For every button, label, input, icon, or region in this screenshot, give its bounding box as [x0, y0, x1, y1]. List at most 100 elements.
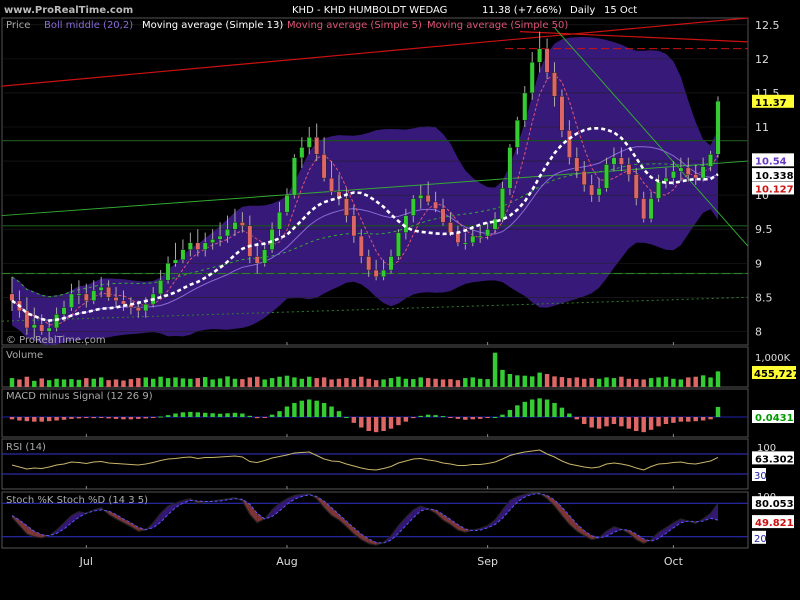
candle	[31, 324, 37, 329]
macd-bar	[344, 417, 349, 418]
volume-bar	[113, 379, 119, 387]
macd-bar	[240, 413, 245, 417]
x-tick-label: Oct	[664, 555, 684, 568]
volume-bar	[195, 378, 201, 387]
macd-bar	[269, 414, 275, 417]
candle	[121, 300, 126, 305]
macd-bar	[715, 406, 721, 417]
macd-bar	[648, 417, 654, 430]
volume-panel: 1,000K 455,727	[9, 352, 800, 387]
candle	[373, 269, 379, 278]
rsi-line	[11, 449, 719, 471]
macd-panel: 0.0431	[2, 398, 794, 433]
candle	[269, 228, 275, 250]
stoch-fill-segment	[606, 526, 614, 537]
volume-bar	[425, 378, 431, 387]
volume-bar	[492, 352, 498, 387]
candle	[232, 222, 238, 230]
macd-bar	[32, 417, 37, 422]
volume-bar	[247, 377, 253, 387]
macd-bar	[463, 417, 468, 420]
volume-bar	[217, 378, 223, 387]
volume-bar	[470, 377, 475, 387]
volume-value-label: 455,727	[754, 369, 800, 380]
price-value-label: 10.338	[755, 171, 794, 182]
macd-bar	[69, 417, 74, 419]
candle	[69, 293, 74, 308]
macd-bar	[470, 417, 475, 420]
candle	[225, 228, 230, 237]
volume-bar	[693, 376, 698, 387]
candle	[366, 256, 372, 271]
volume-bar	[522, 375, 528, 387]
macd-bar	[396, 417, 401, 426]
volume-bar	[188, 378, 193, 387]
candle	[514, 119, 520, 148]
volume-bar	[567, 378, 572, 387]
stoch-title: Stoch %K Stoch %D (14 3 5)	[6, 495, 148, 506]
watermark: www.ProRealTime.com	[4, 5, 133, 16]
macd-bar	[708, 417, 713, 420]
macd-bar	[165, 415, 171, 417]
volume-bar	[529, 376, 535, 387]
volume-bar	[411, 379, 416, 387]
macd-bar	[150, 417, 156, 418]
candle	[306, 137, 312, 148]
volume-bar	[76, 379, 82, 387]
macd-bar	[574, 417, 580, 420]
macd-bar	[158, 416, 163, 418]
volume-bar	[359, 376, 364, 387]
macd-bar	[255, 417, 260, 419]
candle	[173, 259, 178, 264]
candle	[54, 314, 60, 329]
volume-bar	[448, 379, 453, 387]
candle	[381, 269, 387, 278]
rsi-value-label: 63.302	[755, 454, 794, 465]
candle	[566, 130, 572, 158]
volume-bar	[165, 378, 171, 387]
volume-bar	[715, 371, 721, 387]
volume-bar	[396, 376, 401, 387]
candle	[589, 184, 595, 196]
candle	[291, 157, 297, 196]
candle	[247, 225, 253, 257]
volume-bar	[611, 378, 617, 387]
macd-bar	[277, 411, 282, 417]
candle	[477, 235, 483, 238]
macd-bar	[173, 413, 178, 417]
macd-bar	[626, 417, 632, 429]
candle	[641, 198, 647, 220]
macd-bar	[663, 417, 669, 424]
candle	[537, 48, 543, 63]
volume-bar	[158, 376, 163, 387]
volume-bar	[91, 378, 96, 387]
volume-bar	[150, 378, 156, 387]
macd-bar	[671, 417, 676, 423]
volume-bar	[641, 379, 646, 387]
candle	[113, 297, 119, 301]
volume-bar	[634, 379, 639, 387]
x-tick-label: Sep	[477, 555, 498, 568]
candle	[254, 256, 260, 264]
volume-bar	[619, 376, 624, 387]
legend-ma13: Moving average (Simple 13)	[142, 20, 283, 31]
stoch-fill-segment	[160, 506, 169, 523]
volume-bar	[136, 378, 141, 387]
volume-bar	[381, 379, 386, 387]
macd-bar	[61, 417, 67, 420]
volume-bar	[69, 379, 74, 387]
volume-bar	[255, 376, 260, 387]
macd-bar	[418, 415, 423, 417]
macd-bar	[84, 417, 89, 418]
volume-bar	[344, 378, 349, 387]
price-ytick: 8.5	[755, 291, 773, 304]
candle	[656, 181, 661, 199]
candle	[618, 157, 624, 165]
candle	[180, 249, 186, 261]
chart-period: Daily	[570, 5, 595, 16]
macd-bar	[686, 417, 691, 422]
candle	[217, 235, 223, 240]
candle	[343, 198, 349, 216]
volume-bar	[17, 379, 22, 387]
candle	[433, 201, 439, 209]
